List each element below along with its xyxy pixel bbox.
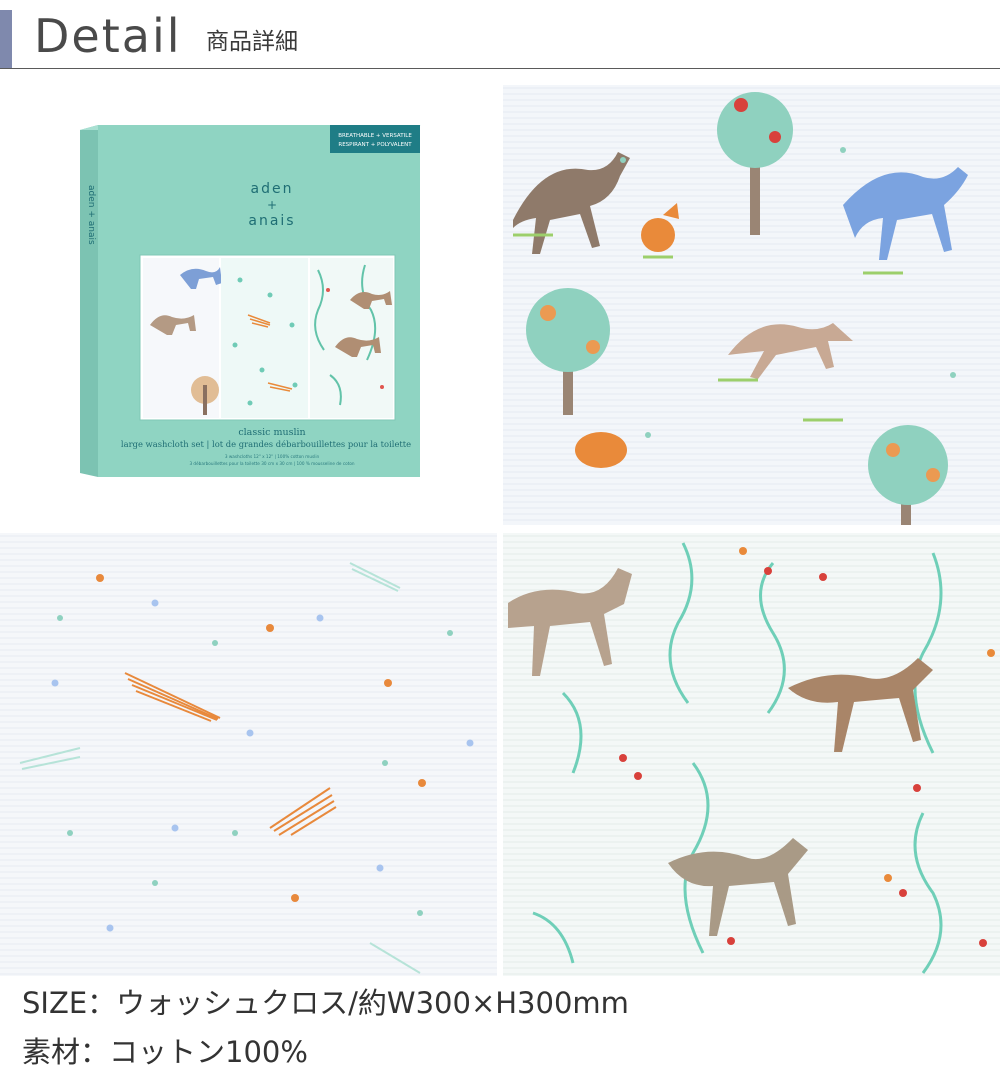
brand-plus: + bbox=[267, 198, 277, 212]
header-divider bbox=[0, 68, 1000, 69]
section-subtitle: 商品詳細 bbox=[206, 29, 298, 55]
brand-top: aden bbox=[251, 181, 294, 197]
product-box-image: BREATHABLE + VERSATILE RESPIRANT + POLYV… bbox=[0, 85, 497, 525]
header-accent-bar bbox=[0, 10, 12, 68]
size-spec: SIZE：ウォッシュクロス/約W300×H300mm bbox=[22, 986, 629, 1020]
side-brand: aden + anais bbox=[86, 185, 96, 245]
product-line-name: classic muslin bbox=[238, 427, 305, 438]
badge-line1: BREATHABLE + VERSATILE bbox=[338, 133, 412, 139]
pattern-closeup-shooting-stars bbox=[0, 533, 497, 976]
pattern-closeup-horses-trees bbox=[503, 85, 1000, 525]
pattern-closeup-horses-vines bbox=[503, 533, 1000, 976]
material-spec: 素材：コットン100% bbox=[22, 1035, 308, 1069]
badge-line2: RESPIRANT + POLYVALENT bbox=[338, 142, 412, 148]
product-small-line2: 3 débarbouillettes pour la toilette 30 c… bbox=[189, 461, 354, 466]
section-title: Detail bbox=[34, 9, 182, 63]
product-small-line1: 3 washcloths 12" x 12" | 100% cotton mus… bbox=[225, 454, 320, 459]
brand-bottom: anais bbox=[248, 213, 295, 229]
product-name: large washcloth set | lot de grandes déb… bbox=[121, 439, 411, 450]
section-header: Detail 商品詳細 bbox=[0, 0, 1000, 70]
